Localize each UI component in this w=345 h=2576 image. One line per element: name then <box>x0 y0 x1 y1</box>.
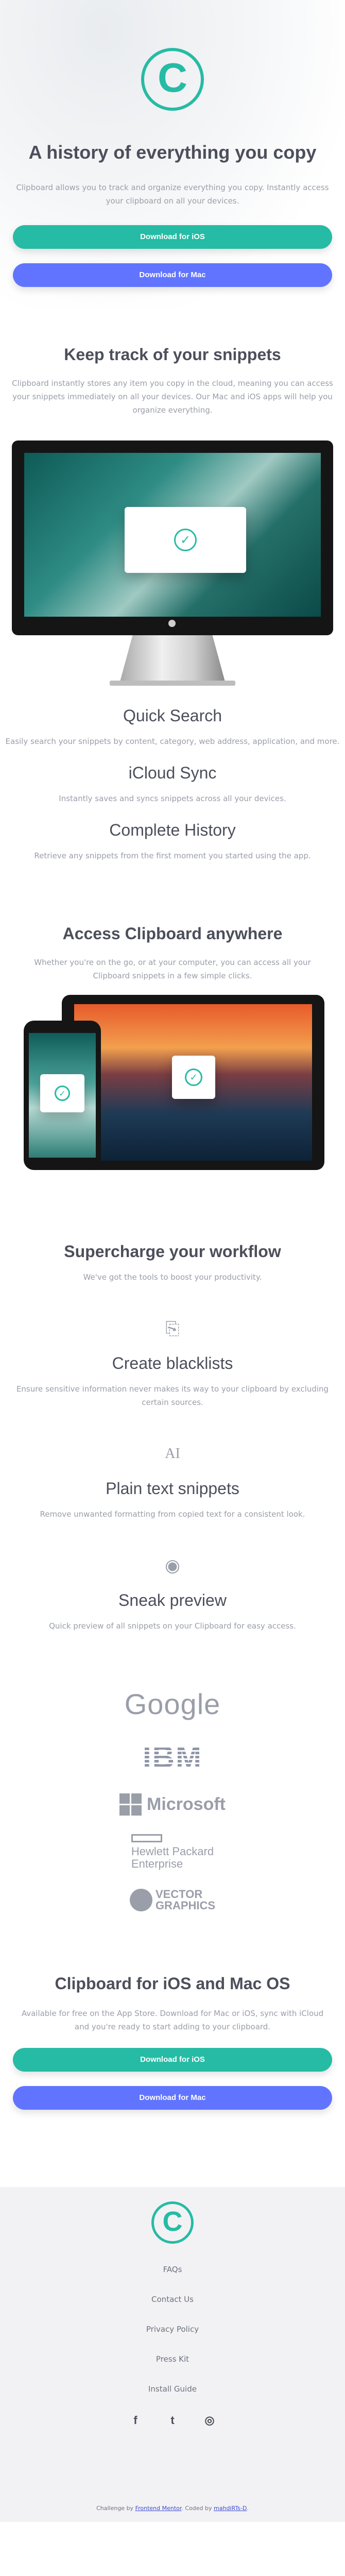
partner-logos: Google IBM Microsoft Hewlett Packard Ent… <box>0 1633 345 1930</box>
feature-text: Retrieve any snippets from the first mom… <box>34 851 311 860</box>
feature-quick-search: Quick Search Easily search your snippets… <box>0 706 345 748</box>
microsoft-grid-icon <box>119 1793 142 1816</box>
snippets-description: Clipboard instantly stores any item you … <box>12 379 333 415</box>
cta-section: Clipboard for iOS and Mac OS Available f… <box>0 1930 345 2110</box>
attribution: Challenge by Frontend Mentor. Coded by m… <box>0 2505 345 2512</box>
author-link[interactable]: mahdiRTs-D <box>214 2505 247 2512</box>
workflow-blacklists: ⎘ Create blacklists Ensure sensitive inf… <box>0 1316 345 1409</box>
hpe-logo: Hewlett Packard Enterprise <box>131 1834 214 1870</box>
frontend-mentor-link[interactable]: Frontend Mentor <box>135 2505 182 2512</box>
eye-glyph: ◉ <box>165 1555 180 1576</box>
feature-text: Easily search your snippets by content, … <box>5 737 340 746</box>
footer-logo-letter: C <box>162 2206 183 2237</box>
facebook-icon[interactable]: f <box>129 2414 142 2427</box>
text-icon: AI <box>0 1441 345 1467</box>
access-section: Access Clipboard anywhere Whether you're… <box>0 862 345 1175</box>
hero-section: C A history of everything you copy Clipb… <box>0 0 345 309</box>
copied-card: ✓ <box>125 507 246 573</box>
phone-copied-card: ✓ <box>40 1074 84 1112</box>
cta-title: Clipboard for iOS and Mac OS <box>55 1974 290 1993</box>
monitor-base <box>110 681 235 686</box>
check-icon: ✓ <box>174 529 197 551</box>
tablet-device: ✓ <box>62 995 324 1170</box>
hero-title: A history of everything you copy <box>28 142 317 163</box>
eye-icon: ◉ <box>0 1553 345 1579</box>
cta-download-ios-button[interactable]: Download for iOS <box>13 2048 332 2072</box>
workflow-section: Supercharge your workflow We've got the … <box>0 1175 345 1633</box>
logo-letter: C <box>158 55 187 100</box>
check-glyph: ✓ <box>180 533 191 547</box>
feature-icloud-sync: iCloud Sync Instantly saves and syncs sn… <box>0 764 345 805</box>
workflow-item-title: Sneak preview <box>118 1591 227 1609</box>
access-title: Access Clipboard anywhere <box>62 924 283 943</box>
hpe-wordmark-line1: Hewlett Packard <box>131 1845 214 1858</box>
footer-link-install-guide[interactable]: Install Guide <box>0 2384 345 2394</box>
credit-mid: . Coded by <box>181 2505 214 2512</box>
feature-title: Quick Search <box>123 706 222 725</box>
microsoft-logo: Microsoft <box>119 1793 226 1816</box>
feature-text: Instantly saves and syncs snippets acros… <box>59 794 286 803</box>
vector-wordmark-line1: VECTOR <box>155 1888 203 1901</box>
cta-download-mac-button[interactable]: Download for Mac <box>13 2086 332 2110</box>
check-icon: ✓ <box>55 1086 70 1101</box>
vector-circle-icon <box>129 1889 152 1911</box>
workflow-item-text: Remove unwanted formatting from copied t… <box>40 1510 305 1519</box>
workflow-item-title: Plain text snippets <box>106 1479 239 1498</box>
hpe-rectangle-icon <box>131 1834 162 1842</box>
snippets-section: Keep track of your snippets Clipboard in… <box>0 309 345 862</box>
feature-list: Quick Search Easily search your snippets… <box>0 706 345 862</box>
monitor-stand <box>120 635 225 682</box>
vector-wordmark-line2: GRAPHICS <box>155 1899 216 1912</box>
text-glyph: AI <box>165 1446 180 1462</box>
workflow-item-text: Ensure sensitive information never makes… <box>16 1384 329 1407</box>
workflow-subtitle: We've got the tools to boost your produc… <box>83 1273 262 1282</box>
access-description: Whether you're on the go, or at your com… <box>34 958 311 980</box>
phone-wallpaper: ✓ <box>29 1033 96 1158</box>
cta-description: Available for free on the App Store. Dow… <box>21 2009 324 2031</box>
feature-complete-history: Complete History Retrieve any snippets f… <box>0 821 345 862</box>
credit-suffix: . <box>247 2505 249 2512</box>
footer-link-faqs[interactable]: FAQs <box>0 2264 345 2275</box>
blacklist-glyph: ⎘ <box>165 1318 180 1339</box>
hero-description: Clipboard allows you to track and organi… <box>16 183 329 206</box>
tablet-copied-card: ✓ <box>172 1056 215 1099</box>
footer: C FAQs Contact Us Privacy Policy Press K… <box>0 2187 345 2522</box>
sunset-wallpaper: ✓ <box>74 1004 312 1161</box>
phone-device: ✓ <box>24 1021 101 1170</box>
credit-prefix: Challenge by <box>96 2505 135 2512</box>
download-ios-button[interactable]: Download for iOS <box>13 225 332 249</box>
microsoft-wordmark: Microsoft <box>147 1794 226 1814</box>
footer-links: FAQs Contact Us Privacy Policy Press Kit… <box>0 2264 345 2394</box>
download-mac-button[interactable]: Download for Mac <box>13 263 332 287</box>
clipboard-logo: C <box>141 48 204 111</box>
blacklist-icon: ⎘ <box>0 1316 345 1342</box>
vector-graphics-logo: VECTOR GRAPHICS <box>129 1888 216 1912</box>
feature-title: Complete History <box>109 821 236 839</box>
twitter-icon[interactable]: t <box>166 2414 179 2427</box>
ibm-logo: IBM <box>143 1740 202 1774</box>
workflow-item-text: Quick preview of all snippets on your Cl… <box>49 1621 296 1631</box>
workflow-sneak-preview: ◉ Sneak preview Quick preview of all sni… <box>0 1553 345 1633</box>
footer-link-privacy[interactable]: Privacy Policy <box>0 2324 345 2334</box>
ocean-wallpaper: ✓ <box>24 453 321 617</box>
workflow-title: Supercharge your workflow <box>64 1242 281 1261</box>
social-links: f t ◎ <box>0 2414 345 2427</box>
footer-logo[interactable]: C <box>151 2201 194 2244</box>
workflow-item-title: Create blacklists <box>112 1354 233 1372</box>
feature-title: iCloud Sync <box>128 764 217 782</box>
instagram-icon[interactable]: ◎ <box>203 2414 216 2427</box>
apple-logo-icon <box>168 620 176 627</box>
check-glyph: ✓ <box>59 1088 66 1098</box>
snippets-title: Keep track of your snippets <box>64 345 281 364</box>
workflow-plain-text: AI Plain text snippets Remove unwanted f… <box>0 1441 345 1521</box>
devices-image: ✓ ✓ <box>10 995 335 1175</box>
desktop-monitor-image: ✓ <box>12 440 333 688</box>
check-glyph: ✓ <box>189 1072 198 1083</box>
footer-link-contact[interactable]: Contact Us <box>0 2294 345 2304</box>
footer-link-press-kit[interactable]: Press Kit <box>0 2354 345 2364</box>
google-logo: Google <box>124 1688 221 1720</box>
check-icon: ✓ <box>185 1069 202 1086</box>
hpe-wordmark-line2: Enterprise <box>131 1857 183 1870</box>
monitor-frame: ✓ <box>12 440 333 635</box>
